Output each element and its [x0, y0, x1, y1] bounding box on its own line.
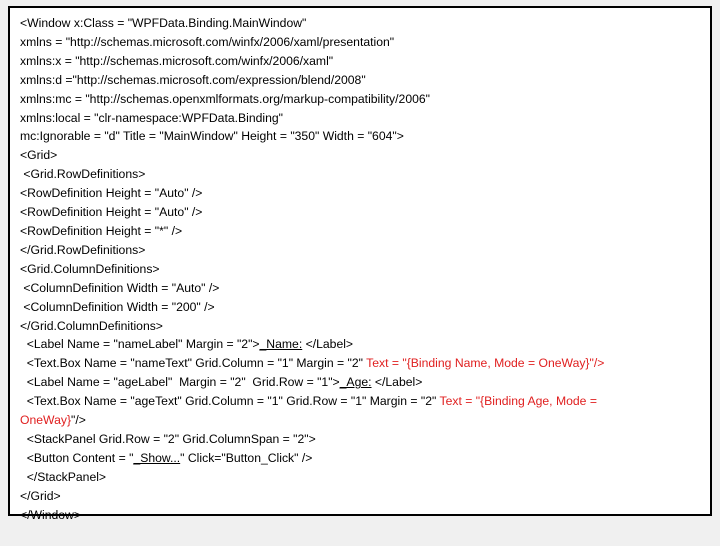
code-line: </StackPanel>: [20, 468, 700, 487]
code-line: <Grid>: [20, 146, 700, 165]
code-line: xmlns:x = "http://schemas.microsoft.com/…: [20, 52, 700, 71]
code-box: <Window x:Class = "WPFData.Binding.MainW…: [8, 6, 712, 516]
underline-text: _Age:: [340, 375, 372, 389]
code-line: xmlns:d ="http://schemas.microsoft.com/e…: [20, 71, 700, 90]
code-line: <ColumnDefinition Width = "200" />: [20, 298, 700, 317]
binding-text: Text = "{Binding Age, Mode =: [439, 394, 596, 408]
code-line: <Text.Box Name = "nameText" Grid.Column …: [20, 354, 700, 373]
textbox-suffix: "/>: [71, 413, 86, 427]
code-line: <Window x:Class = "WPFData.Binding.MainW…: [20, 14, 700, 33]
code-line: <RowDefinition Height = "Auto" />: [20, 184, 700, 203]
code-line: <StackPanel Grid.Row = "2" Grid.ColumnSp…: [20, 430, 700, 449]
underline-text: _Show...: [133, 451, 180, 465]
textbox-prefix: <Text.Box Name = "nameText" Grid.Column …: [20, 356, 366, 370]
label-open: <Label Name = "ageLabel" Margin = "2" Gr…: [20, 375, 340, 389]
code-line: <Grid.RowDefinitions>: [20, 165, 700, 184]
code-line: </Grid.RowDefinitions>: [20, 241, 700, 260]
underline-text: _Name:: [260, 337, 303, 351]
label-close: </Label>: [302, 337, 353, 351]
code-line: </Grid.ColumnDefinitions>: [20, 317, 700, 336]
code-line: <Button Content = "_Show..." Click="Butt…: [20, 449, 700, 468]
code-line: OneWay}"/>: [20, 411, 700, 430]
code-line: <Grid.ColumnDefinitions>: [20, 260, 700, 279]
code-line: xmlns:local = "clr-namespace:WPFData.Bin…: [20, 109, 700, 128]
code-line: <Label Name = "ageLabel" Margin = "2" Gr…: [20, 373, 700, 392]
code-line: <RowDefinition Height = "Auto" />: [20, 203, 700, 222]
binding-text: OneWay}: [20, 413, 71, 427]
label-open: <Label Name = "nameLabel" Margin = "2">: [20, 337, 260, 351]
button-prefix: <Button Content = ": [20, 451, 133, 465]
binding-text: Text = "{Binding Name, Mode = OneWay}"/>: [366, 356, 604, 370]
code-line: mc:Ignorable = "d" Title = "MainWindow" …: [20, 127, 700, 146]
code-line: </Window>: [20, 506, 700, 525]
textbox-prefix: <Text.Box Name = "ageText" Grid.Column =…: [20, 394, 439, 408]
code-line: <Label Name = "nameLabel" Margin = "2">_…: [20, 335, 700, 354]
code-line: <ColumnDefinition Width = "Auto" />: [20, 279, 700, 298]
code-line: <RowDefinition Height = "*" />: [20, 222, 700, 241]
button-suffix: " Click="Button_Click" />: [180, 451, 312, 465]
code-line: <Text.Box Name = "ageText" Grid.Column =…: [20, 392, 700, 411]
label-close: </Label>: [372, 375, 423, 389]
code-line: </Grid>: [20, 487, 700, 506]
code-line: xmlns:mc = "http://schemas.openxmlformat…: [20, 90, 700, 109]
code-line: xmlns = "http://schemas.microsoft.com/wi…: [20, 33, 700, 52]
